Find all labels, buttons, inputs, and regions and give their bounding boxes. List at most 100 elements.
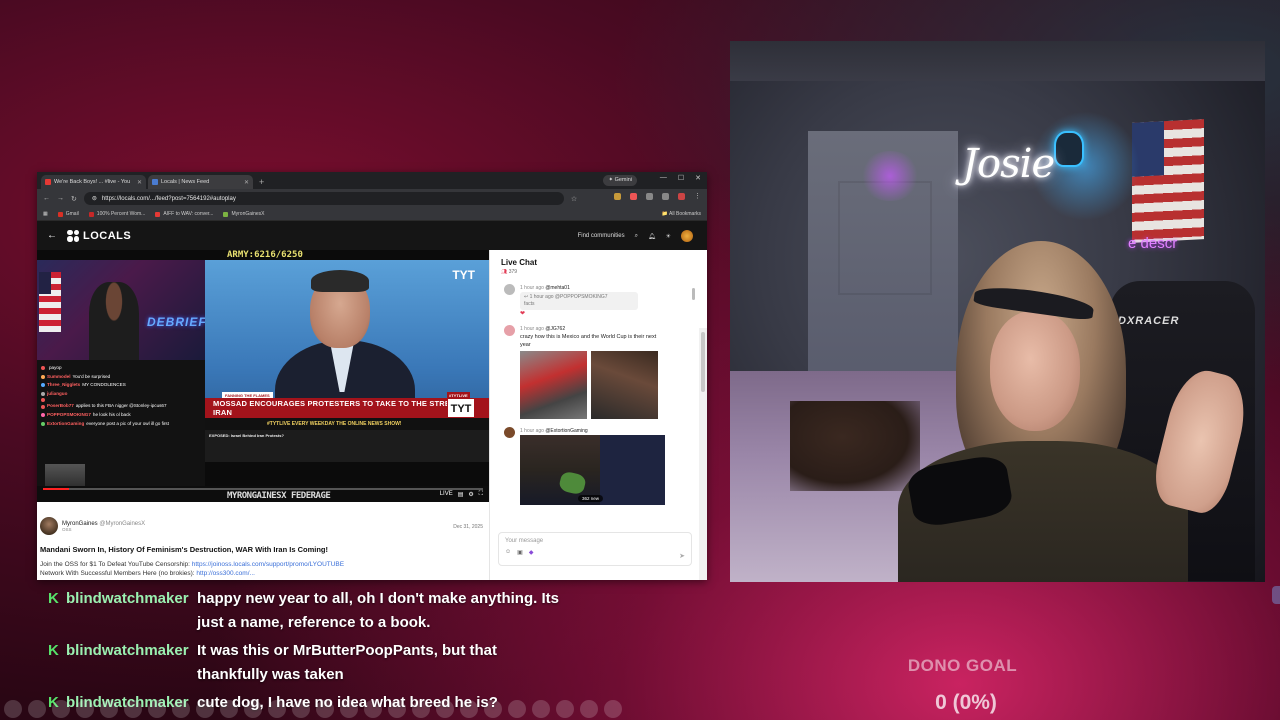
- bookmark-item[interactable]: 100% Percent Wom...: [88, 211, 145, 217]
- address-bar[interactable]: ⊜ https://locals.com/.../feed?post=75641…: [83, 192, 564, 205]
- settings-icon[interactable]: ⚙: [468, 491, 473, 498]
- reply-quote: ↩ 1 hour ago @POPPOPSMOKING7 facts: [520, 292, 638, 310]
- bookmark-star-icon[interactable]: ☆: [571, 195, 577, 203]
- chat-image[interactable]: [591, 351, 658, 419]
- new-tab-button[interactable]: +: [255, 175, 268, 189]
- progress-fill: [43, 488, 70, 490]
- reload-icon[interactable]: ↻: [71, 195, 77, 203]
- page-scrollbar[interactable]: [699, 328, 707, 580]
- chat-avatar[interactable]: [504, 427, 515, 438]
- emoji-icon[interactable]: ☺: [505, 549, 511, 556]
- author-display-name: MyronGaines: [62, 520, 98, 527]
- author-avatar[interactable]: [40, 517, 58, 535]
- forward-icon[interactable]: →: [57, 195, 64, 202]
- gif-icon[interactable]: ◆: [529, 549, 534, 556]
- toolbar: ← → ↻ ⊜ https://locals.com/.../feed?post…: [37, 189, 707, 208]
- bookmark-item[interactable]: MyronGainesX: [223, 211, 265, 217]
- chat-message: 1 hour ago @mehta01 ↩ 1 hour ago @POPPOP…: [490, 284, 695, 317]
- post-body: Join the OSS for $1 To Defeat YouTube Ce…: [40, 560, 486, 578]
- chat-input-tools: ☺ ▣ ◆: [505, 549, 685, 556]
- overlay-chat-message: K blindwatchmaker It was this or MrButte…: [44, 639, 684, 687]
- streamer-figure: [89, 282, 139, 360]
- close-tab-icon[interactable]: ✕: [244, 179, 249, 186]
- search-icon[interactable]: ⌕: [635, 233, 638, 240]
- chat-text: applies to this FBA nigger @Stonley-ipcu…: [75, 403, 167, 409]
- streamer-cam: DEBRIEF: [37, 260, 206, 360]
- overlay-decor-dots: [0, 700, 700, 720]
- bookmark-gmail[interactable]: Gmail: [57, 211, 79, 217]
- chat-avatar[interactable]: [504, 325, 515, 336]
- maximize-icon[interactable]: ☐: [678, 174, 684, 182]
- msg-user[interactable]: @JG762: [545, 326, 565, 332]
- bookmark-label: Gmail: [65, 211, 79, 217]
- msg-user[interactable]: @ExtortionGaming: [545, 428, 587, 434]
- back-arrow-icon[interactable]: ←: [47, 230, 57, 241]
- chair-brand: DXRACER: [1118, 315, 1180, 327]
- user-avatar[interactable]: [681, 230, 693, 242]
- bookmark-item[interactable]: AIFF to WAV: conver...: [155, 211, 213, 217]
- kick-icon: K: [48, 642, 59, 659]
- gemini-button[interactable]: ✦ Gemini: [603, 175, 637, 186]
- site-info-icon[interactable]: ⊜: [92, 195, 97, 202]
- menu-icon[interactable]: ⋮: [694, 193, 701, 200]
- profile-icon[interactable]: [678, 193, 685, 200]
- msg-meta: 1 hour ago @JG762: [504, 325, 685, 333]
- chat-avatar[interactable]: [504, 284, 515, 295]
- chat-text: payop: [49, 365, 62, 370]
- post-author[interactable]: MyronGaines @MyronGainesX OSS: [40, 517, 486, 535]
- back-icon[interactable]: ←: [43, 195, 50, 202]
- video-progress-bar[interactable]: [43, 488, 483, 490]
- scrolling-name: MYRONGAINESX FEDERAGE: [227, 491, 331, 501]
- live-badge[interactable]: LIVE: [440, 491, 453, 498]
- tab-locals[interactable]: Locals | News Feed ✕: [148, 175, 253, 189]
- post-title: Mandani Sworn In, History Of Feminism's …: [40, 545, 328, 554]
- send-icon[interactable]: ➤: [679, 552, 685, 560]
- chat-text: MY CONDOLENCES: [82, 382, 126, 388]
- puzzle-icon[interactable]: [646, 193, 653, 200]
- bookmark-icon: [155, 211, 161, 217]
- theme-icon[interactable]: ☀: [666, 233, 671, 240]
- reply-text: facts: [524, 301, 535, 307]
- neon-sign-2: e descr: [1128, 235, 1178, 252]
- fullscreen-icon[interactable]: ⛶: [479, 491, 483, 498]
- msg-meta: 1 hour ago @ExtortionGaming: [504, 427, 685, 435]
- author-name: MyronGaines @MyronGainesX: [62, 521, 145, 527]
- locals-logo[interactable]: LOCALS: [67, 229, 132, 242]
- extension-icon[interactable]: [614, 193, 621, 200]
- find-communities-link[interactable]: Find communities: [578, 233, 625, 239]
- minimize-icon[interactable]: —: [660, 174, 667, 182]
- close-window-icon[interactable]: ✕: [695, 174, 701, 182]
- all-bookmarks[interactable]: 📁 All Bookmarks: [662, 211, 701, 217]
- army-counter: ARMY:6216/6250: [227, 250, 303, 260]
- image-upload-icon[interactable]: ▣: [517, 549, 523, 556]
- tyt-logo: TYT: [452, 268, 475, 282]
- reply-user: @POPPOPSMOKING7: [554, 294, 608, 300]
- cast-icon[interactable]: [662, 193, 669, 200]
- scrollbar-thumb[interactable]: [701, 332, 705, 392]
- heart-reaction-icon[interactable]: ❤: [504, 310, 685, 317]
- chat-image[interactable]: [520, 351, 587, 419]
- msg-user[interactable]: @mehta01: [545, 285, 570, 291]
- news-ticker: #TYTLIVE EVERY WEEKDAY THE ONLINE NEWS S…: [205, 418, 489, 430]
- reply-time: 1 hour ago: [529, 294, 554, 300]
- apps-icon[interactable]: ▦: [43, 211, 48, 217]
- locals-logo-icon: [67, 229, 79, 242]
- new-messages-badge[interactable]: 362 new: [578, 495, 604, 502]
- kick-icon: K: [48, 590, 59, 607]
- extension-icon[interactable]: [630, 193, 637, 200]
- author-sub: OSS: [62, 526, 72, 532]
- chat-input[interactable]: Your message ☺ ▣ ◆ ➤: [498, 532, 692, 566]
- close-tab-icon[interactable]: ✕: [137, 179, 142, 186]
- post-link[interactable]: https://joinoss.locals.com/support/promo…: [192, 561, 344, 568]
- chat-toggle-icon[interactable]: ▤: [458, 491, 464, 498]
- video-player[interactable]: DEBRIEF TYT ARMY:6216/6250 FANNING THE F…: [37, 250, 489, 502]
- tab-youtube[interactable]: We're Back Boys! ... #live - You ✕: [41, 175, 146, 189]
- logo-text: LOCALS: [83, 229, 132, 242]
- msg-meta: 1 hour ago @mehta01: [504, 284, 685, 292]
- post-link[interactable]: http://oss300.com/...: [196, 570, 255, 577]
- msg-time: 1 hour ago: [520, 326, 544, 332]
- yt-title: EXPOSED: Israel Behind Iran Protests?: [209, 433, 284, 438]
- bell-icon[interactable]: 🔔︎: [648, 233, 656, 240]
- chat-image[interactable]: 362 new: [520, 435, 665, 505]
- chat-name: Summodel: [47, 373, 71, 379]
